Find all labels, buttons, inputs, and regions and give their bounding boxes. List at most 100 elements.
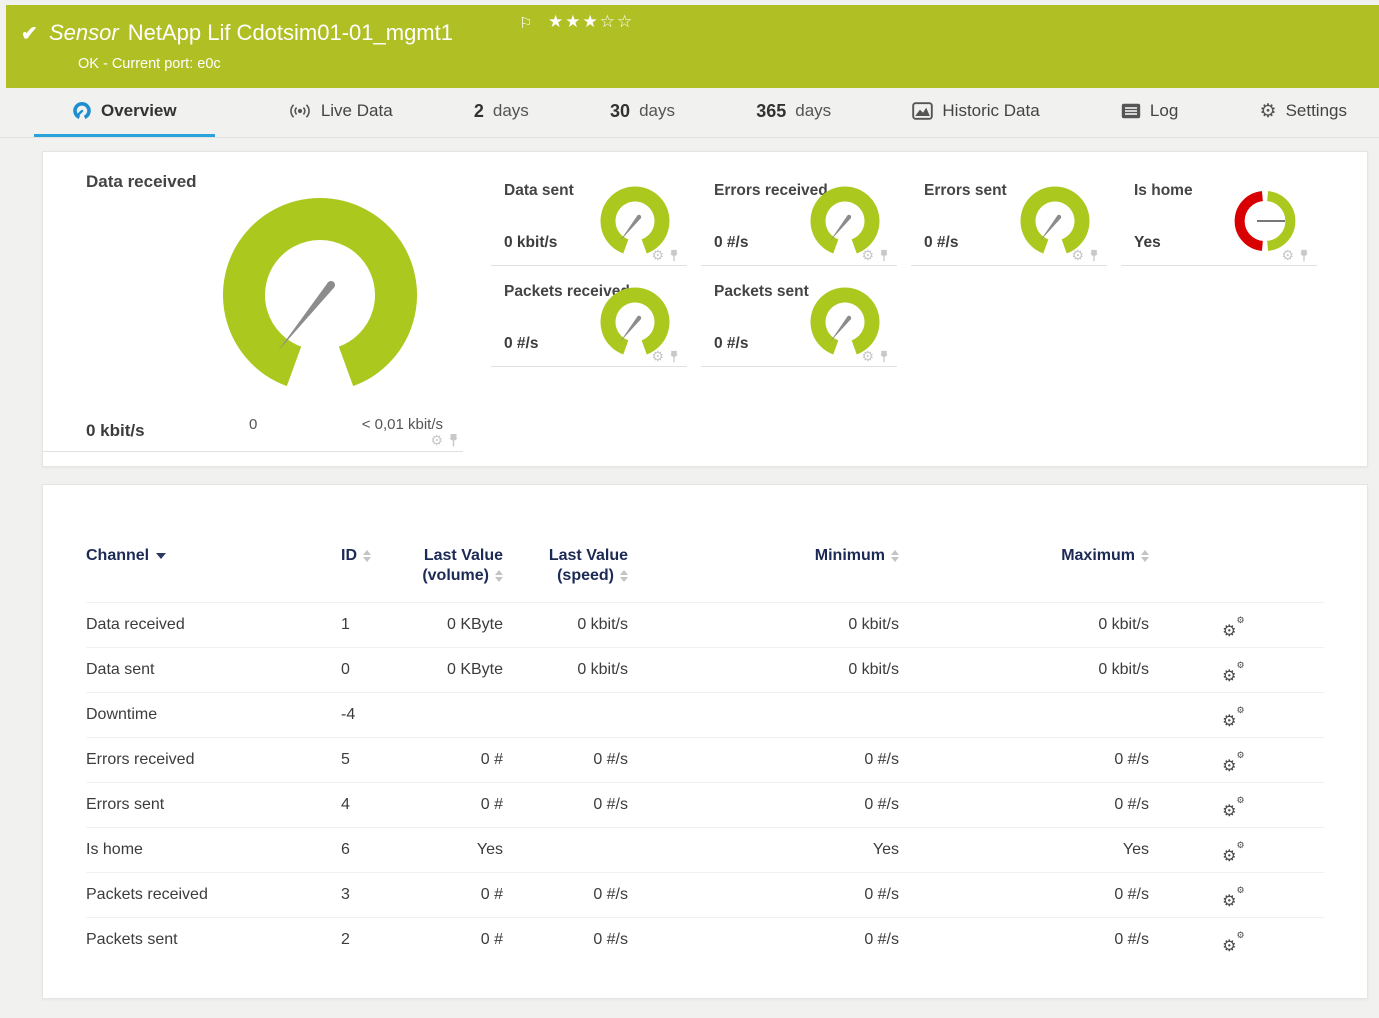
tab-365-days[interactable]: 365 days: [748, 88, 839, 137]
table-row: Errors sent 4 0 # 0 #/s 0 #/s 0 #/s ⚙⚙: [86, 782, 1324, 827]
channel-id: 3: [341, 886, 411, 904]
channel-settings-gear-icon[interactable]: ⚙: [651, 349, 664, 363]
column-header-minimum[interactable]: Minimum: [628, 546, 899, 566]
maximum-value: 0 #/s: [899, 796, 1149, 814]
minimum-value: 0 #/s: [628, 886, 899, 904]
channel-id: 1: [341, 616, 411, 634]
status-ok-check-icon: ✔: [21, 21, 38, 46]
channel-name: Packets received: [86, 886, 341, 904]
maximum-value: 0 #/s: [899, 886, 1149, 904]
channel-settings-gear-icon[interactable]: ⚙: [861, 349, 874, 363]
gauge-title: Packets sent: [714, 283, 809, 301]
channel-id: 5: [341, 751, 411, 769]
sensor-status-text: OK - Current port: e0c: [78, 56, 221, 72]
last-value-speed: 0 #/s: [503, 751, 628, 769]
gauge-errors-received[interactable]: Errors received 0 #/s ⚙: [701, 165, 897, 266]
column-header-last-value-volume[interactable]: Last Value (volume): [411, 546, 503, 586]
tab-overview-label: Overview: [101, 101, 177, 121]
channels-table-panel: Channel ID Last Value (volume) Last Valu…: [42, 484, 1368, 999]
column-header-id[interactable]: ID: [341, 546, 411, 566]
pin-icon[interactable]: [669, 249, 679, 262]
channel-name: Downtime: [86, 706, 341, 724]
minimum-value: 0 #/s: [628, 796, 899, 814]
minimum-value: Yes: [628, 841, 899, 859]
channel-settings-gear-icon[interactable]: ⚙: [861, 248, 874, 262]
sensor-status-banner: ✔ SensorNetApp Lif Cdotsim01-01_mgmt1 ⚐ …: [6, 5, 1379, 88]
pin-icon[interactable]: [669, 350, 679, 363]
historic-data-icon: [912, 102, 933, 120]
tab-2-days[interactable]: 2 days: [466, 88, 537, 137]
tab-365-days-number: 365: [756, 101, 786, 122]
channel-id: 4: [341, 796, 411, 814]
column-header-last-value-speed[interactable]: Last Value (speed): [503, 546, 628, 586]
gauge-value: 0 #/s: [924, 234, 958, 252]
column-header-channel[interactable]: Channel: [86, 546, 341, 566]
last-value-speed: 0 kbit/s: [503, 661, 628, 679]
gauge-title: Errors sent: [924, 182, 1007, 200]
gauge-value: 0 kbit/s: [504, 234, 557, 252]
column-header-maximum[interactable]: Maximum: [899, 546, 1149, 566]
gauge-data-sent[interactable]: Data sent 0 kbit/s ⚙: [491, 165, 687, 266]
table-row: Data received 1 0 KByte 0 kbit/s 0 kbit/…: [86, 602, 1324, 647]
pin-icon[interactable]: [879, 249, 889, 262]
last-value-volume: 0 #: [411, 886, 503, 904]
tab-30-days-word: days: [639, 101, 675, 121]
gauge-value: 0 #/s: [714, 234, 748, 252]
gauge-errors-sent[interactable]: Errors sent 0 #/s ⚙: [911, 165, 1107, 266]
tab-log[interactable]: Log: [1113, 88, 1186, 137]
channel-id: -4: [341, 706, 411, 724]
gauge-value: 0 #/s: [714, 335, 748, 353]
sort-icon: [495, 570, 503, 582]
minimum-value: 0 kbit/s: [628, 661, 899, 679]
table-row: Errors received 5 0 # 0 #/s 0 #/s 0 #/s …: [86, 737, 1324, 782]
tab-2-days-word: days: [493, 101, 529, 121]
tab-historic-data[interactable]: Historic Data: [904, 88, 1047, 137]
channel-name: Errors received: [86, 751, 341, 769]
gauge-icon: [72, 101, 92, 121]
pin-icon[interactable]: [448, 433, 459, 447]
channel-settings-gear-icon[interactable]: ⚙: [430, 433, 443, 447]
tab-30-days-number: 30: [610, 101, 630, 122]
maximum-value: 0 #/s: [899, 931, 1149, 949]
pin-icon[interactable]: [1299, 249, 1309, 262]
sort-icon: [891, 550, 899, 562]
tab-settings[interactable]: ⚙ Settings: [1252, 88, 1355, 137]
settings-gear-icon: ⚙: [1260, 102, 1277, 121]
pin-icon[interactable]: [879, 350, 889, 363]
channel-settings-gear-icon[interactable]: ⚙: [1281, 248, 1294, 262]
gauge-packets-received[interactable]: Packets received 0 #/s ⚙: [491, 266, 687, 367]
gauge-packets-sent[interactable]: Packets sent 0 #/s ⚙: [701, 266, 897, 367]
last-value-volume: Yes: [411, 841, 503, 859]
channel-settings-gear-icon[interactable]: ⚙: [651, 248, 664, 262]
priority-stars[interactable]: ★★★☆☆: [548, 12, 634, 32]
channel-name: Is home: [86, 841, 341, 859]
last-value-volume: 0 #: [411, 751, 503, 769]
table-row: Packets received 3 0 # 0 #/s 0 #/s 0 #/s…: [86, 872, 1324, 917]
channel-settings-gear-icon[interactable]: ⚙: [1071, 248, 1084, 262]
gauge-data-received[interactable]: Data received 0 < 0,01 kbit/s 0 kbit/s ⚙: [43, 152, 463, 452]
tab-30-days[interactable]: 30 days: [602, 88, 683, 137]
gauge-is-home[interactable]: Is home Yes ⚙: [1121, 165, 1317, 266]
tab-overview[interactable]: Overview: [34, 88, 215, 137]
last-value-volume: 0 #: [411, 796, 503, 814]
sensor-name: NetApp Lif Cdotsim01-01_mgmt1: [128, 20, 453, 45]
tab-live-data[interactable]: Live Data: [280, 88, 401, 137]
channel-id: 6: [341, 841, 411, 859]
tab-historic-data-label: Historic Data: [942, 101, 1039, 121]
minimum-value: 0 #/s: [628, 931, 899, 949]
channel-id: 2: [341, 931, 411, 949]
tab-log-label: Log: [1150, 101, 1178, 121]
gauge-scale-min: 0: [249, 416, 257, 433]
table-row: Data sent 0 0 KByte 0 kbit/s 0 kbit/s 0 …: [86, 647, 1324, 692]
gauge-scale-max: < 0,01 kbit/s: [362, 416, 443, 433]
pin-icon[interactable]: [1089, 249, 1099, 262]
tab-bar: Overview Live Data 2 days 30 days 365 da…: [0, 88, 1379, 138]
gauge-title: Data sent: [504, 182, 574, 200]
maximum-value: 0 kbit/s: [899, 661, 1149, 679]
priority-flag-icon[interactable]: ⚐: [519, 14, 532, 32]
sort-desc-icon: [156, 553, 166, 559]
last-value-volume: 0 KByte: [411, 616, 503, 634]
minimum-value: 0 kbit/s: [628, 616, 899, 634]
channel-name: Errors sent: [86, 796, 341, 814]
channel-name: Data sent: [86, 661, 341, 679]
